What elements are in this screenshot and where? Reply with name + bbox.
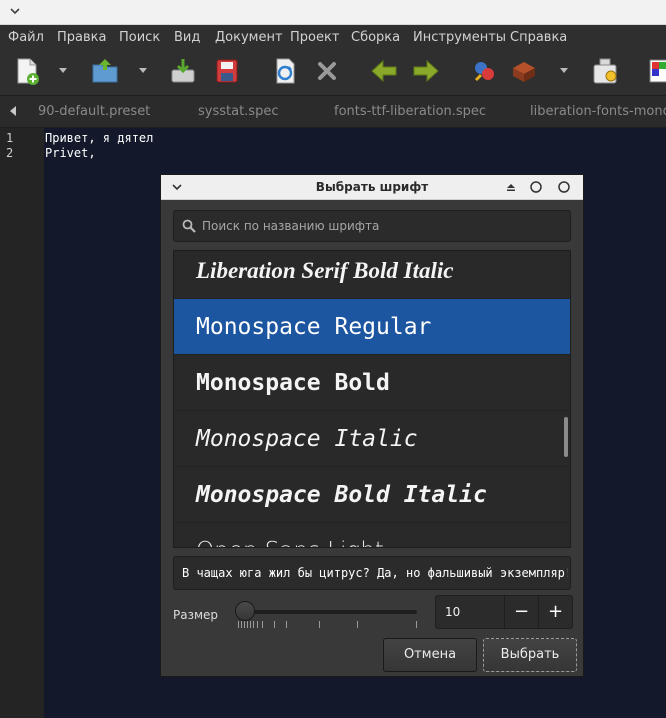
tab-sysstat-spec[interactable]: sysstat.spec bbox=[198, 104, 278, 119]
slider-tick bbox=[257, 621, 258, 628]
save-all-icon[interactable] bbox=[212, 56, 242, 86]
code-line[interactable]: Privet, bbox=[45, 146, 96, 160]
font-item-label: Monospace Regular bbox=[196, 314, 432, 340]
menu-project[interactable]: Проект bbox=[290, 31, 339, 45]
menu-tools[interactable]: Инструменты bbox=[413, 31, 506, 45]
cancel-button[interactable]: Отмена bbox=[383, 638, 477, 672]
slider-tick bbox=[241, 621, 242, 628]
close-icon[interactable] bbox=[312, 56, 342, 86]
slider-tick bbox=[253, 621, 254, 628]
font-search-field[interactable] bbox=[173, 210, 571, 242]
menu-view[interactable]: Вид bbox=[174, 31, 200, 45]
slider-tick bbox=[247, 621, 248, 628]
window-titlebar bbox=[0, 0, 666, 25]
chevron-down-icon[interactable] bbox=[557, 63, 571, 77]
font-item-label: Monospace Italic bbox=[196, 426, 418, 452]
slider-tick bbox=[274, 621, 275, 628]
font-item-label: Monospace Bold Italic bbox=[196, 482, 487, 508]
tab-liberation-fonts-mono[interactable]: liberation-fonts-mono.co bbox=[530, 104, 666, 119]
back-arrow-icon[interactable] bbox=[369, 56, 399, 86]
menu-edit[interactable]: Правка bbox=[57, 31, 106, 45]
decrease-size-button[interactable]: − bbox=[504, 596, 538, 628]
new-file-icon[interactable] bbox=[12, 56, 42, 86]
font-item-label: Liberation Serif Bold Italic bbox=[196, 258, 454, 283]
slider-tick bbox=[250, 621, 251, 628]
menu-build[interactable]: Сборка bbox=[351, 31, 400, 45]
open-file-icon[interactable] bbox=[90, 56, 120, 86]
line-number: 2 bbox=[6, 146, 14, 160]
size-label: Размер bbox=[173, 608, 219, 622]
slider-tick bbox=[416, 621, 417, 628]
size-value[interactable]: 10 bbox=[445, 605, 460, 619]
slider-tick bbox=[319, 621, 320, 628]
preview-input[interactable] bbox=[182, 557, 568, 589]
select-button[interactable]: Выбрать bbox=[483, 638, 577, 672]
font-item-monospace-italic[interactable]: Monospace Italic bbox=[174, 411, 570, 467]
size-slider-handle[interactable] bbox=[235, 601, 255, 621]
close-icon[interactable] bbox=[557, 180, 571, 194]
font-item-monospace-bold-italic[interactable]: Monospace Bold Italic bbox=[174, 467, 570, 523]
font-item-label: Monospace Bold bbox=[196, 370, 390, 396]
preview-text-field[interactable] bbox=[173, 556, 571, 590]
chevron-down-icon[interactable] bbox=[8, 4, 22, 18]
menu-file[interactable]: Файл bbox=[8, 31, 44, 45]
forward-arrow-icon[interactable] bbox=[411, 56, 441, 86]
font-item-monospace-regular[interactable]: Monospace Regular bbox=[174, 299, 570, 355]
save-icon[interactable] bbox=[168, 56, 198, 86]
search-icon bbox=[182, 219, 196, 233]
slider-tick bbox=[244, 621, 245, 628]
menu-bar: Файл Правка Поиск Вид Документ Проект Сб… bbox=[0, 25, 666, 50]
compile-icon[interactable] bbox=[469, 56, 499, 86]
chevron-down-icon[interactable] bbox=[136, 63, 150, 77]
font-list-scrollbar[interactable] bbox=[564, 417, 568, 457]
font-item-label: Open Sans Light bbox=[196, 523, 384, 547]
increase-size-button[interactable]: + bbox=[538, 596, 572, 628]
menu-document[interactable]: Документ bbox=[215, 31, 283, 45]
slider-tick bbox=[286, 621, 287, 628]
menu-search[interactable]: Поиск bbox=[119, 31, 160, 45]
tab-90-default-preset[interactable]: 90-default.preset bbox=[38, 104, 150, 119]
font-item-monospace-bold[interactable]: Monospace Bold bbox=[174, 355, 570, 411]
slider-tick bbox=[262, 621, 263, 628]
reload-icon[interactable] bbox=[270, 56, 300, 86]
search-input[interactable] bbox=[202, 211, 562, 241]
minimize-icon[interactable] bbox=[529, 180, 543, 194]
font-item-open-sans-light[interactable]: Open Sans Light bbox=[174, 523, 570, 547]
font-list[interactable]: Liberation Serif Bold Italic Monospace R… bbox=[173, 250, 571, 548]
run-icon[interactable] bbox=[590, 56, 620, 86]
font-item-liberation-serif-bold-italic[interactable]: Liberation Serif Bold Italic bbox=[174, 251, 570, 299]
code-line[interactable]: Привет, я дятел bbox=[45, 131, 153, 145]
line-number: 1 bbox=[6, 131, 14, 145]
menu-help[interactable]: Справка bbox=[510, 31, 567, 45]
slider-tick bbox=[238, 621, 239, 628]
build-icon[interactable] bbox=[509, 56, 539, 86]
shade-icon[interactable] bbox=[505, 181, 517, 193]
chevron-down-icon[interactable] bbox=[56, 63, 70, 77]
toolbar bbox=[0, 50, 666, 96]
document-tab-bar: 90-default.preset sysstat.spec fonts-ttf… bbox=[0, 96, 666, 128]
tab-fonts-ttf-liberation-spec[interactable]: fonts-ttf-liberation.spec bbox=[334, 104, 486, 119]
size-spin-button[interactable]: 10 − + bbox=[435, 595, 573, 629]
dialog-title: Выбрать шрифт bbox=[315, 180, 429, 194]
slider-tick bbox=[357, 621, 358, 628]
dialog-header: Выбрать шрифт bbox=[161, 175, 583, 200]
line-number-gutter: 1 2 bbox=[0, 128, 44, 718]
size-slider[interactable] bbox=[245, 610, 417, 614]
font-chooser-dialog: Выбрать шрифт Liberation Serif Bold Ital… bbox=[160, 174, 584, 677]
color-chooser-icon[interactable] bbox=[648, 56, 666, 86]
tab-scroll-left-icon[interactable] bbox=[6, 104, 20, 118]
